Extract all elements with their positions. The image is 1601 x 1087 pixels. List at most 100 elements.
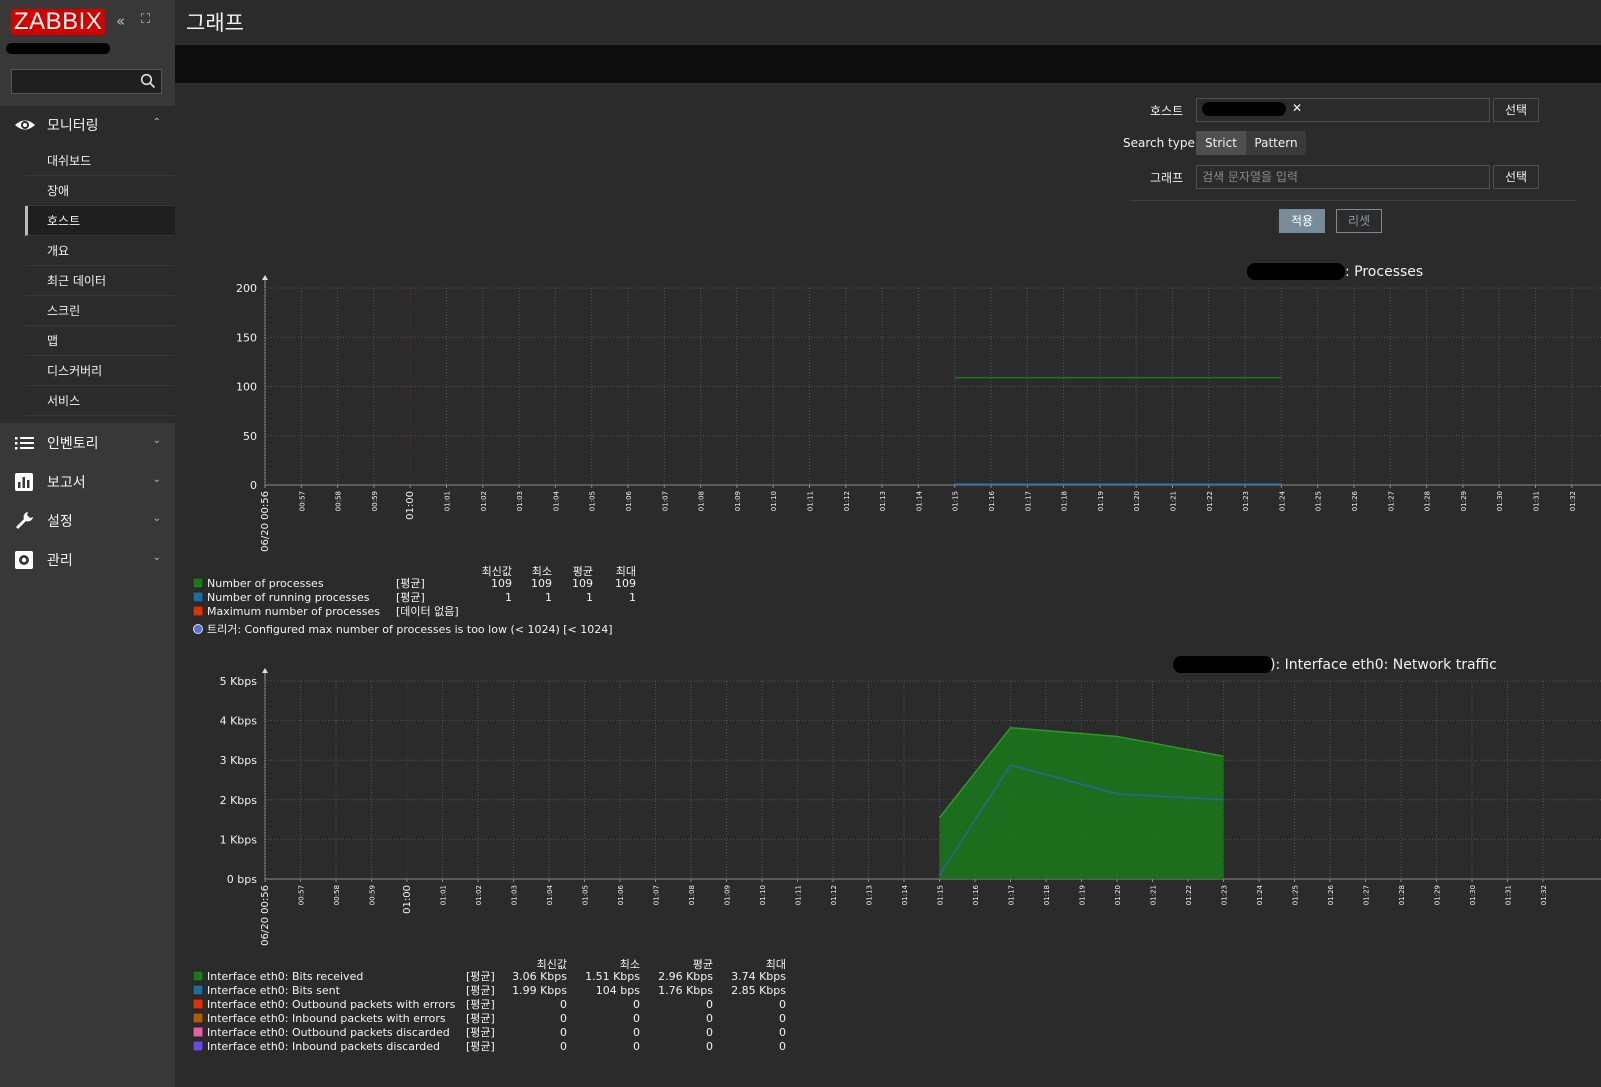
- x-tick-label: 01:11: [807, 491, 815, 511]
- remove-host-icon[interactable]: ✕: [1292, 101, 1302, 115]
- x-tick-label: 01:14: [915, 490, 923, 511]
- graph-search-input[interactable]: 검색 문자열을 입력: [1196, 165, 1490, 189]
- search-icon[interactable]: [140, 73, 156, 89]
- x-tick-label: 01:19: [1079, 885, 1087, 905]
- x-tick-label: 01:12: [843, 491, 851, 511]
- x-tick-label: 01:27: [1363, 885, 1371, 905]
- legend-item-func: [평균]: [466, 1012, 495, 1025]
- x-tick-label: 01:30: [1496, 491, 1504, 511]
- y-tick-label: 2 Kbps: [220, 794, 258, 807]
- x-tick-label: 01:26: [1327, 884, 1335, 905]
- menu-monitoring-label: 모니터링: [47, 118, 99, 134]
- x-tick-label: 01:11: [795, 885, 803, 905]
- x-tick-label: 01:20: [1114, 885, 1122, 905]
- legend-item-value: 109: [572, 577, 593, 590]
- legend-item-value: 2.96 Kbps: [658, 970, 713, 983]
- submenu-hosts[interactable]: 호스트: [25, 206, 175, 236]
- submenu-problems[interactable]: 장애: [25, 176, 175, 206]
- legend-item-value: 0: [560, 998, 567, 1011]
- legend-item-value: 0: [706, 1012, 713, 1025]
- legend-swatch: [192, 998, 204, 1010]
- menu-administration-label: 관리: [47, 553, 73, 569]
- x-tick-label: 01:05: [589, 491, 597, 511]
- x-tick-label: 01:23: [1242, 491, 1250, 511]
- legend-item-value: 0: [560, 1012, 567, 1025]
- processes-graph[interactable]: : Processes 200 150 100 50 006/20 00:56 00:57 0…: [185, 253, 1601, 641]
- y-tick-label: 0: [250, 479, 257, 492]
- x-tick-label: 06/20 00:56: [260, 491, 271, 552]
- x-tick-label: 01:02: [480, 491, 488, 511]
- menu-administration[interactable]: 관리 ⌄: [0, 541, 175, 579]
- x-tick-label: 01:18: [1061, 491, 1069, 511]
- legend-swatch: [192, 591, 204, 603]
- zabbix-logo[interactable]: ZABBIX: [11, 9, 106, 35]
- menu-monitoring[interactable]: 모니터링 ⌃: [0, 106, 175, 146]
- x-tick-label: 00:57: [298, 491, 306, 511]
- x-tick-label: 00:59: [371, 491, 379, 511]
- host-select-button[interactable]: 선택: [1493, 98, 1539, 122]
- submenu-dashboard[interactable]: 대쉬보드: [25, 146, 175, 176]
- graph-select-button[interactable]: 선택: [1493, 165, 1539, 189]
- legend-item-value: 1.76 Kbps: [658, 984, 713, 997]
- legend-item-name: Interface eth0: Outbound packets with er…: [207, 998, 456, 1011]
- y-tick-label: 100: [236, 381, 257, 394]
- wrench-icon: [16, 512, 33, 529]
- search-type-label: Search type: [1123, 136, 1195, 150]
- legend-item-func: [평균]: [396, 591, 425, 604]
- x-tick-label: 01:22: [1185, 885, 1193, 905]
- menu-inventory[interactable]: 인벤토리 ⌄: [0, 424, 175, 462]
- submenu-services[interactable]: 서비스: [25, 386, 175, 416]
- trigger-marker: [193, 624, 203, 634]
- menu-configuration-label: 설정: [47, 514, 73, 530]
- search-type-strict[interactable]: Strict: [1196, 131, 1246, 155]
- x-tick-label: 01:19: [1097, 491, 1105, 511]
- x-tick-label: 01:21: [1150, 885, 1158, 905]
- collapse-sidebar-icon[interactable]: «: [116, 12, 125, 30]
- kiosk-mode-icon[interactable]: ⛶: [141, 12, 150, 27]
- search-type-pattern[interactable]: Pattern: [1246, 131, 1306, 155]
- network-traffic-graph[interactable]: ): Interface eth0: Network traffic 5 Kbps…: [185, 646, 1601, 1064]
- redacted-host-name: [1202, 102, 1286, 116]
- legend-item-value: 0: [779, 1040, 786, 1053]
- sidebar-search-input[interactable]: [11, 69, 162, 94]
- x-tick-label: 01:13: [866, 885, 874, 905]
- menu-configuration[interactable]: 설정 ⌄: [0, 502, 175, 540]
- x-tick-label: 01:17: [1024, 491, 1032, 511]
- x-tick-label: 01:26: [1351, 490, 1359, 511]
- x-tick-label: 01:08: [688, 885, 696, 905]
- x-tick-label: 01:12: [830, 885, 838, 905]
- x-tick-label: 01:07: [661, 491, 669, 511]
- submenu-discovery[interactable]: 디스커버리: [25, 356, 175, 386]
- submenu-maps[interactable]: 맵: [25, 326, 175, 356]
- submenu-latest-data[interactable]: 최근 데이터: [25, 266, 175, 296]
- host-chip[interactable]: ✕: [1202, 101, 1307, 117]
- x-tick-label: 01:04: [552, 490, 560, 511]
- legend-item-value: 0: [779, 1012, 786, 1025]
- legend-item-name: Number of processes: [207, 577, 324, 590]
- page-title: 그래프: [186, 11, 244, 35]
- graph-panel-processes: : Processes 200 150 100 50 0 06/20 00:56 00:57 0…: [185, 253, 1601, 641]
- reset-button[interactable]: 리셋: [1336, 209, 1382, 233]
- x-tick-label: 01:28: [1398, 885, 1406, 905]
- legend-item-func: [평균]: [396, 577, 425, 590]
- legend-item-func: [평균]: [466, 1040, 495, 1053]
- legend-item-name: Interface eth0: Inbound packets discarde…: [207, 1040, 440, 1053]
- submenu-screens[interactable]: 스크린: [25, 296, 175, 326]
- y-axis-arrow: [262, 275, 268, 280]
- redacted-host-name: [1247, 263, 1345, 280]
- menu-reports[interactable]: 보고서 ⌄: [0, 463, 175, 501]
- submenu-overview[interactable]: 개요: [25, 236, 175, 266]
- chevron-down-icon: ⌄: [152, 513, 161, 524]
- legend-swatch: [192, 605, 204, 617]
- apply-button[interactable]: 적용: [1279, 209, 1325, 233]
- x-tick-label: 01:25: [1292, 885, 1300, 905]
- legend-swatch: [192, 1040, 204, 1052]
- x-tick-label: 01:07: [653, 885, 661, 905]
- legend-item-name: Interface eth0: Inbound packets with err…: [207, 1012, 446, 1025]
- legend-item-func: [평균]: [466, 970, 495, 983]
- legend-item-value: 0: [706, 1026, 713, 1039]
- bar-chart-icon: [15, 473, 33, 491]
- x-tick-label: 01:32: [1569, 491, 1577, 511]
- graph-title: : Processes: [1345, 264, 1423, 280]
- x-tick-label: 01:27: [1387, 491, 1395, 511]
